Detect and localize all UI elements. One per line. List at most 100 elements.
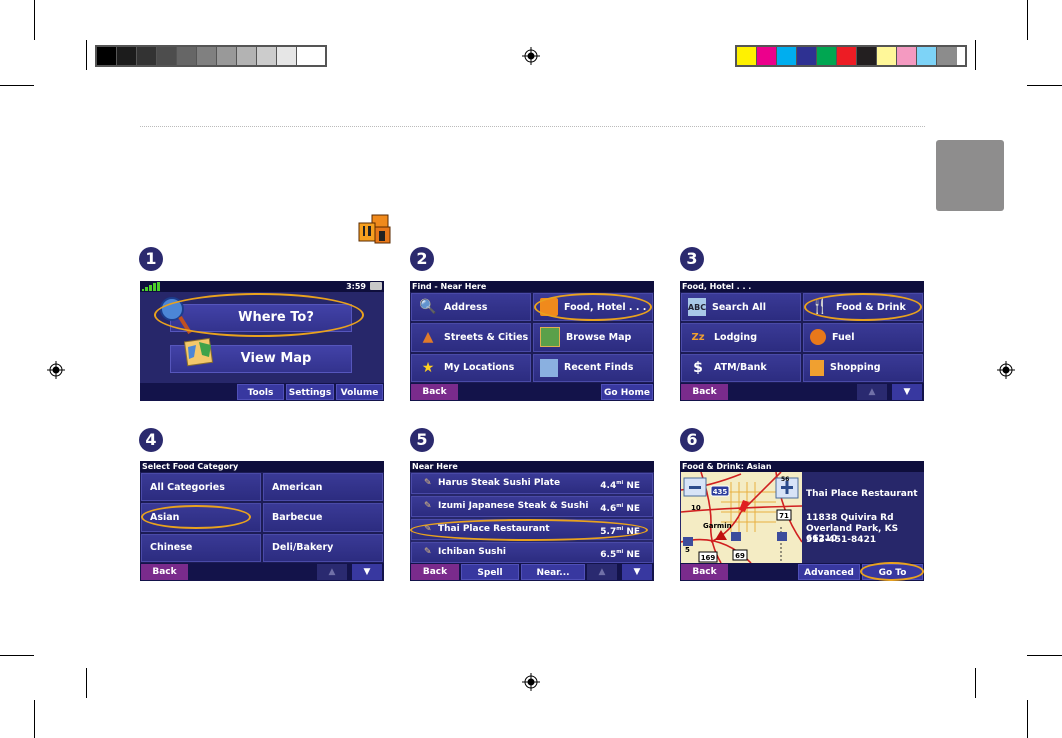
section-tab — [936, 140, 1004, 211]
result-row[interactable]: ✎ Izumi Japanese Steak & Sushi 4.6mi NE — [411, 496, 653, 517]
shopping-button[interactable]: Shopping — [803, 353, 923, 382]
address-button[interactable]: 🔍 Address — [411, 293, 531, 322]
where-to-label: Where To? — [238, 310, 314, 325]
result-name: Thai Place Restaurant — [438, 524, 550, 534]
back-button[interactable]: Back — [681, 384, 728, 400]
crop-mark — [1027, 85, 1062, 86]
go-to-button[interactable]: Go To — [862, 564, 923, 580]
category-chinese-button[interactable]: Chinese — [141, 533, 261, 562]
color-bar — [735, 45, 967, 67]
crop-mark — [86, 668, 87, 698]
color-swatch — [97, 47, 117, 65]
screen-food-hotel: Food, Hotel . . . ABC Search All 🍴 Food & … — [680, 281, 924, 401]
browse-map-label: Browse Map — [566, 331, 632, 343]
color-swatch — [217, 47, 237, 65]
crop-mark — [34, 700, 35, 738]
atm-bank-label: ATM/Bank — [714, 362, 767, 374]
result-distance: 5.7mi NE — [600, 526, 640, 537]
recent-finds-button[interactable]: Recent Finds — [533, 353, 653, 382]
back-button[interactable]: Back — [411, 384, 458, 400]
category-all-button[interactable]: All Categories — [141, 473, 261, 502]
screen-title: Food & Drink: Asian — [680, 461, 924, 472]
fuel-button[interactable]: Fuel — [803, 323, 923, 352]
back-button[interactable]: Back — [681, 564, 728, 580]
scroll-down-button[interactable]: ▼ — [352, 564, 382, 580]
settings-button[interactable]: Settings — [286, 384, 334, 400]
screen-find-menu: Find - Near Here 🔍 Address Food, Hotel . … — [410, 281, 654, 401]
color-swatch — [257, 47, 277, 65]
crop-mark — [1027, 655, 1062, 656]
food-icon: ✎ — [424, 547, 432, 557]
result-row[interactable]: ✎ Harus Steak Sushi Plate 4.4mi NE — [411, 473, 653, 494]
food-hotel-button[interactable]: Food, Hotel . . . — [533, 293, 653, 322]
food-hotel-label: Food, Hotel . . . — [564, 301, 647, 313]
lodging-button[interactable]: Zz Lodging — [681, 323, 801, 352]
svg-text:Garmin: Garmin — [703, 522, 732, 530]
step-number: 5 — [410, 428, 434, 452]
map-preview[interactable]: 435 Garmin 71 69 169 5 10 56 — [681, 472, 802, 563]
category-american-button[interactable]: American — [263, 473, 383, 502]
crop-mark — [34, 0, 35, 40]
svg-text:56: 56 — [781, 476, 789, 483]
map-icon — [184, 337, 214, 367]
scroll-up-button[interactable]: ▲ — [857, 384, 887, 400]
atm-bank-button[interactable]: $ ATM/Bank — [681, 353, 801, 382]
color-swatch — [877, 47, 897, 65]
color-swatch — [897, 47, 917, 65]
result-row[interactable]: ✎ Thai Place Restaurant 5.7mi NE — [411, 519, 653, 540]
sleeping-icon: Zz — [691, 331, 705, 343]
airport-icon — [777, 532, 787, 541]
volume-button[interactable]: Volume — [336, 384, 383, 400]
screen-results-list: Near Here ✎ Harus Steak Sushi Plate 4.4m… — [410, 461, 654, 581]
food-icon: ✎ — [424, 501, 432, 511]
step-number: 1 — [139, 247, 163, 271]
recent-finds-label: Recent Finds — [564, 362, 634, 374]
color-swatch — [817, 47, 837, 65]
category-asian-button[interactable]: Asian — [141, 503, 261, 532]
category-deli-bakery-button[interactable]: Deli/Bakery — [263, 533, 383, 562]
browse-map-button[interactable]: Browse Map — [533, 323, 653, 352]
crop-mark — [975, 668, 976, 698]
my-locations-button[interactable]: ★ My Locations — [411, 353, 531, 382]
scroll-down-button[interactable]: ▼ — [892, 384, 922, 400]
color-swatch — [277, 47, 297, 65]
color-swatch — [797, 47, 817, 65]
streets-cities-button[interactable]: ▲ Streets & Cities — [411, 323, 531, 352]
food-icon: ✎ — [424, 478, 432, 488]
color-swatch — [757, 47, 777, 65]
place-name: Thai Place Restaurant — [806, 489, 918, 499]
fuel-pump-icon — [810, 329, 826, 346]
color-swatch — [157, 47, 177, 65]
registration-mark-icon — [522, 673, 540, 691]
scroll-up-button[interactable]: ▲ — [317, 564, 347, 580]
advanced-button[interactable]: Advanced — [798, 564, 860, 580]
header-divider — [140, 126, 925, 127]
where-to-button[interactable]: Where To? — [170, 304, 352, 332]
battery-icon — [370, 282, 382, 290]
shopping-label: Shopping — [830, 362, 881, 374]
category-barbecue-button[interactable]: Barbecue — [263, 503, 383, 532]
registration-mark-icon — [47, 361, 65, 379]
tools-button[interactable]: Tools — [237, 384, 284, 400]
crop-mark — [1027, 700, 1028, 738]
scroll-down-button[interactable]: ▼ — [622, 564, 652, 580]
svg-text:435: 435 — [713, 488, 728, 496]
near-button[interactable]: Near... — [521, 564, 585, 580]
step-number: 4 — [139, 428, 163, 452]
scroll-up-button[interactable]: ▲ — [587, 564, 617, 580]
result-row[interactable]: ✎ Ichiban Sushi 6.5mi NE — [411, 542, 653, 563]
color-swatch — [297, 47, 317, 65]
lodging-label: Lodging — [714, 331, 758, 343]
spell-button[interactable]: Spell — [461, 564, 519, 580]
food-drink-button[interactable]: 🍴 Food & Drink — [803, 293, 923, 322]
step-number: 6 — [680, 428, 704, 452]
star-icon: ★ — [421, 359, 435, 376]
go-home-button[interactable]: Go Home — [601, 384, 653, 400]
color-swatch — [917, 47, 937, 65]
back-button[interactable]: Back — [411, 564, 459, 580]
shopping-bag-icon — [810, 359, 824, 376]
search-all-button[interactable]: ABC Search All — [681, 293, 801, 322]
screen-main-menu: 3:59 Where To? View Map Tools Settings V… — [140, 281, 384, 401]
color-swatch — [937, 47, 957, 65]
back-button[interactable]: Back — [141, 564, 188, 580]
